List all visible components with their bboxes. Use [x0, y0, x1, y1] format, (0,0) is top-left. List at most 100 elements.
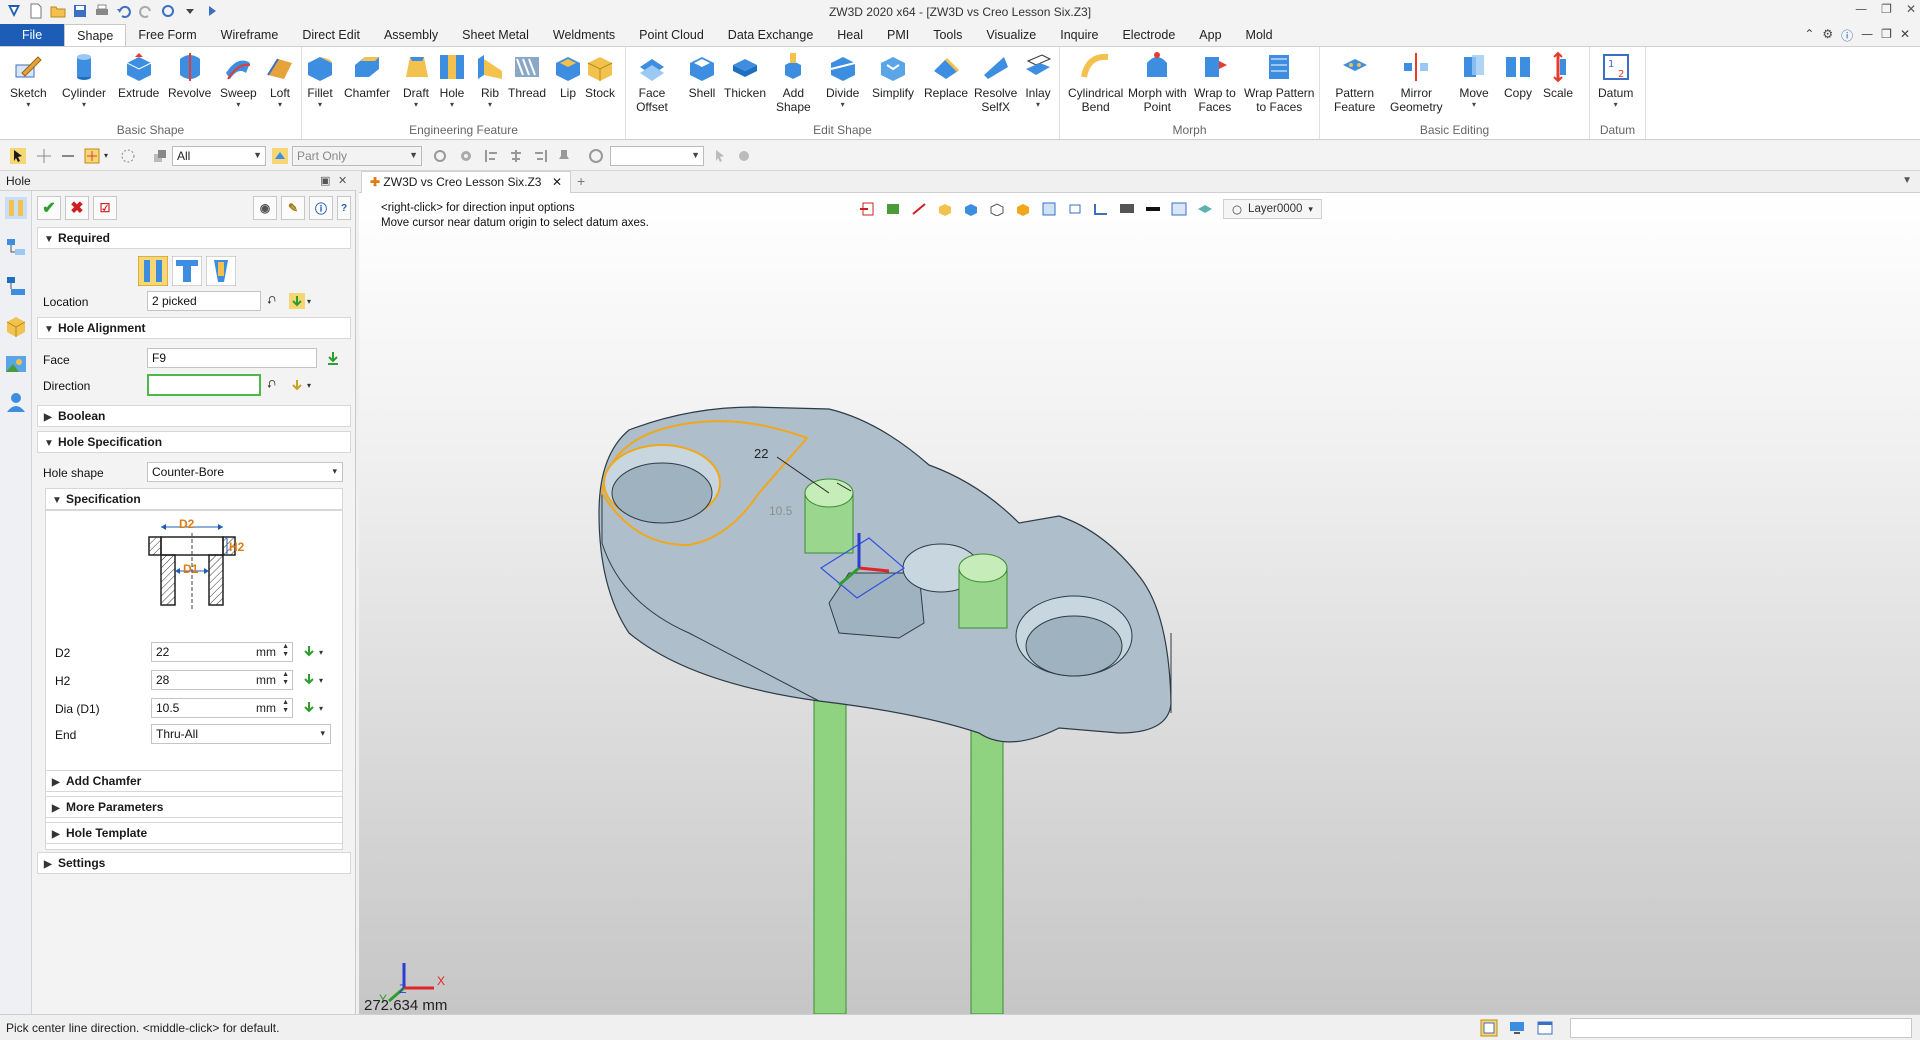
d1-pick-icon[interactable]	[301, 700, 317, 716]
divide-button[interactable]: Divide ▾	[826, 51, 859, 109]
tab-visualize[interactable]: Visualize	[974, 24, 1048, 46]
direction-dropdown-icon[interactable]: ▾	[307, 381, 311, 390]
part-model[interactable]: 22 10.5 X Y Z	[359, 193, 1920, 1014]
inlay-button[interactable]: Inlay ▾	[1022, 51, 1054, 109]
crosshair-icon[interactable]	[36, 148, 52, 164]
section-required[interactable]: ▼ Required	[37, 227, 351, 249]
d2-spinner-icon[interactable]: ▲ ▼	[282, 643, 289, 659]
h2-pick-icon[interactable]	[301, 672, 317, 688]
display-mode-icon[interactable]	[963, 202, 979, 216]
h2-input[interactable]: 28 mm ▲ ▼	[151, 670, 293, 690]
direction-expand-icon[interactable]: ⮏	[267, 376, 276, 395]
fillet-button[interactable]: Fillet ▾	[304, 51, 336, 109]
draft-button[interactable]: Draft ▾	[400, 51, 432, 109]
history-tree-icon[interactable]	[5, 237, 27, 259]
tab-sheet-metal[interactable]: Sheet Metal	[450, 24, 541, 46]
h2-dropdown-icon[interactable]: ▾	[319, 676, 323, 685]
tab-point-cloud[interactable]: Point Cloud	[627, 24, 716, 46]
tab-inquire[interactable]: Inquire	[1048, 24, 1110, 46]
doc-minimize-icon[interactable]: —	[1861, 27, 1873, 44]
pattern-feature-button[interactable]: Pattern Feature	[1334, 51, 1375, 114]
new-tab-icon[interactable]: +	[577, 173, 585, 189]
extrude-button[interactable]: Extrude	[118, 51, 159, 100]
face-offset-button[interactable]: Face Offset	[636, 51, 668, 114]
sketch-button[interactable]: Sketch ▾	[10, 51, 47, 109]
section-settings[interactable]: ▶ Settings	[37, 852, 351, 874]
tapped-hole-type-icon[interactable]	[172, 256, 202, 286]
view-settings-icon[interactable]	[1041, 202, 1057, 216]
info-button[interactable]: ⓘ	[309, 196, 333, 220]
cancel-button[interactable]: ✖	[65, 196, 89, 220]
location-field[interactable]: 2 picked	[147, 291, 261, 311]
tab-assembly[interactable]: Assembly	[372, 24, 450, 46]
tab-mold[interactable]: Mold	[1234, 24, 1285, 46]
replace-button[interactable]: Replace	[924, 51, 968, 100]
d2-input[interactable]: 22 mm ▲ ▼	[151, 642, 293, 662]
stock-button[interactable]: Stock	[584, 51, 616, 100]
face-pick-icon[interactable]	[325, 350, 341, 366]
line-weight-icon[interactable]	[1145, 202, 1161, 216]
user-icon[interactable]	[5, 391, 27, 413]
location-expand-icon[interactable]: ⮏	[267, 292, 276, 311]
section-hole-template[interactable]: ▶ Hole Template	[45, 822, 343, 844]
clock-icon[interactable]	[588, 148, 604, 164]
panel-float-icon[interactable]: ▣	[320, 174, 330, 187]
help-button[interactable]: ?	[337, 196, 351, 220]
shading-icon[interactable]	[885, 202, 901, 216]
part-scope-icon[interactable]	[272, 148, 288, 164]
monitor-icon[interactable]	[1508, 1019, 1526, 1037]
color-palette-icon[interactable]	[1015, 202, 1031, 216]
minimize-icon[interactable]: —	[1855, 2, 1867, 16]
snap-grid-icon[interactable]	[84, 148, 100, 164]
loft-button[interactable]: Loft ▾	[264, 51, 296, 109]
3d-viewport[interactable]: 22 10.5 X Y Z <right-click> for directio…	[359, 193, 1920, 1014]
section-boolean[interactable]: ▶ Boolean	[37, 405, 351, 427]
shell-button[interactable]: Shell	[686, 51, 718, 100]
resolve-selfx-button[interactable]: Resolve SelfX	[974, 51, 1017, 114]
layer-manager-icon[interactable]	[1197, 202, 1213, 216]
simplify-button[interactable]: Simplify	[872, 51, 914, 100]
section-view-icon[interactable]	[1093, 202, 1109, 216]
thread-button[interactable]: Thread	[508, 51, 546, 100]
simple-hole-type-icon[interactable]	[138, 256, 168, 286]
clear-button[interactable]: ✎	[281, 196, 305, 220]
align-left-icon[interactable]	[484, 148, 500, 164]
apply-button[interactable]: ☑	[93, 196, 117, 220]
tab-shape[interactable]: Shape	[64, 24, 127, 46]
doc-close-icon[interactable]: ✕	[1900, 27, 1910, 44]
measure-icon[interactable]	[911, 202, 927, 216]
wrap-pattern-button[interactable]: Wrap Pattern to Faces	[1244, 51, 1314, 114]
tab-tools[interactable]: Tools	[921, 24, 974, 46]
exit-icon[interactable]	[859, 202, 875, 216]
filter-select[interactable]: All ▼	[172, 146, 266, 166]
file-menu[interactable]: File	[0, 24, 65, 46]
gear-disabled-icon[interactable]	[736, 148, 752, 164]
section-more-parameters[interactable]: ▶ More Parameters	[45, 796, 343, 818]
sweep-button[interactable]: Sweep ▾	[220, 51, 257, 109]
chamfer-button[interactable]: Chamfer	[344, 51, 390, 100]
h2-spinner-icon[interactable]: ▲ ▼	[282, 671, 289, 687]
align-right-icon[interactable]	[532, 148, 548, 164]
doc-restore-icon[interactable]: ❐	[1881, 27, 1892, 44]
collapse-ribbon-icon[interactable]: ⌃	[1804, 27, 1814, 44]
assembly-tree-icon[interactable]	[5, 275, 27, 297]
part-library-icon[interactable]	[5, 315, 27, 337]
ok-button[interactable]: ✔	[37, 196, 61, 220]
section-hole-specification[interactable]: ▼ Hole Specification	[37, 431, 351, 453]
move-button[interactable]: Move ▾	[1458, 51, 1490, 109]
d1-input[interactable]: 10.5 mm ▲ ▼	[151, 698, 293, 718]
minus-icon[interactable]	[60, 148, 76, 164]
refresh-icon[interactable]	[432, 148, 448, 164]
settings-small-icon[interactable]	[458, 148, 474, 164]
screen-icon[interactable]	[1119, 202, 1135, 216]
snap-dropdown-icon[interactable]: ▾	[104, 151, 108, 160]
select-pointer-icon[interactable]	[10, 148, 26, 164]
direction-pick-icon[interactable]	[289, 377, 305, 393]
taper-hole-type-icon[interactable]	[206, 256, 236, 286]
layer-select[interactable]: ○ Layer0000 ▾	[1223, 199, 1322, 219]
background-icon[interactable]	[1171, 202, 1187, 216]
wrap-to-faces-button[interactable]: Wrap to Faces	[1194, 51, 1236, 114]
d2-pick-icon[interactable]	[301, 644, 317, 660]
tab-wireframe[interactable]: Wireframe	[209, 24, 291, 46]
settings-gear-icon[interactable]: ⚙	[1822, 27, 1833, 44]
